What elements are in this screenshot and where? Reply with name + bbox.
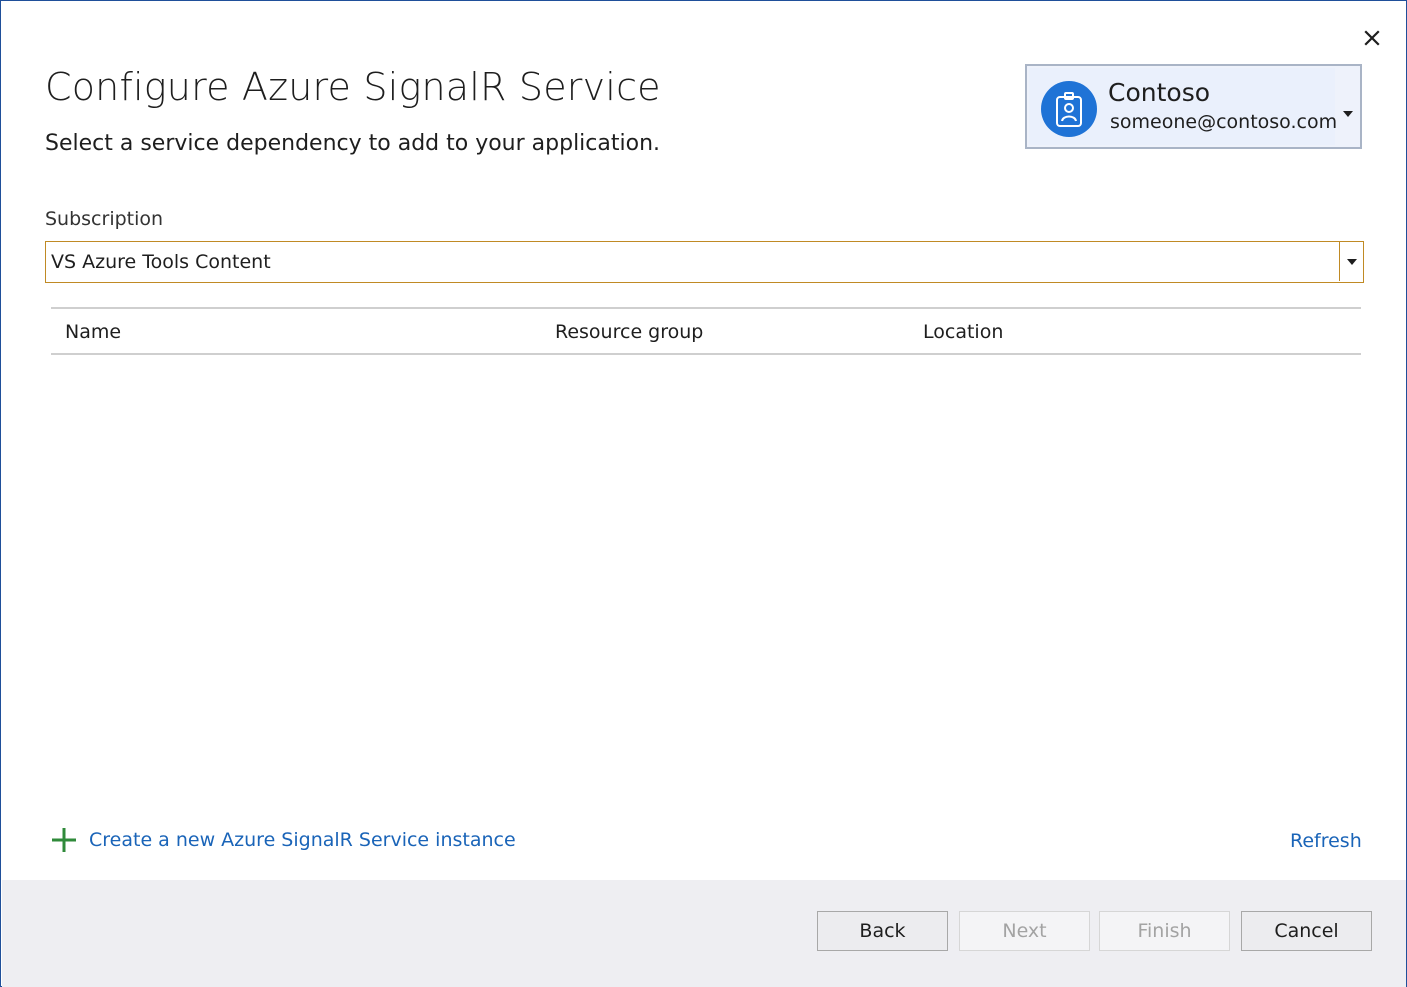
refresh-link[interactable]: Refresh [1290, 830, 1362, 852]
close-button[interactable] [1357, 23, 1387, 53]
account-name: Contoso [1108, 78, 1211, 107]
column-header-location[interactable]: Location [923, 321, 1003, 343]
account-card: Contoso someone@contoso.com [1029, 68, 1338, 145]
create-instance-label[interactable]: Create a new Azure SignalR Service insta… [89, 829, 516, 851]
subscription-dropdown-button[interactable] [1339, 242, 1363, 281]
dialog-window: Configure Azure SignalR Service Select a… [0, 0, 1407, 987]
table-header-divider [51, 353, 1361, 355]
account-avatar [1041, 81, 1097, 137]
column-header-resource-group[interactable]: Resource group [555, 321, 703, 343]
subscription-label: Subscription [45, 208, 164, 230]
page-title: Configure Azure SignalR Service [45, 65, 661, 109]
table-top-divider [51, 307, 1361, 309]
subscription-value: VS Azure Tools Content [51, 251, 271, 273]
plus-icon [52, 828, 76, 852]
chevron-down-icon [1346, 258, 1357, 265]
next-button[interactable]: Next [959, 911, 1090, 951]
subscription-select[interactable]: VS Azure Tools Content [45, 241, 1364, 283]
close-icon [1364, 30, 1380, 46]
page-subtitle: Select a service dependency to add to yo… [45, 131, 661, 156]
finish-button[interactable]: Finish [1099, 911, 1230, 951]
back-button[interactable]: Back [817, 911, 948, 951]
id-badge-icon [1056, 92, 1082, 127]
account-email: someone@contoso.com [1110, 111, 1338, 133]
account-dropdown-button[interactable] [1343, 102, 1353, 121]
account-picker[interactable]: Contoso someone@contoso.com [1025, 64, 1362, 149]
dialog-footer: Back Next Finish Cancel [2, 880, 1406, 987]
chevron-down-icon [1343, 111, 1353, 117]
create-instance-link[interactable]: Create a new Azure SignalR Service insta… [51, 827, 516, 853]
column-header-name[interactable]: Name [65, 321, 121, 343]
cancel-button[interactable]: Cancel [1241, 911, 1372, 951]
